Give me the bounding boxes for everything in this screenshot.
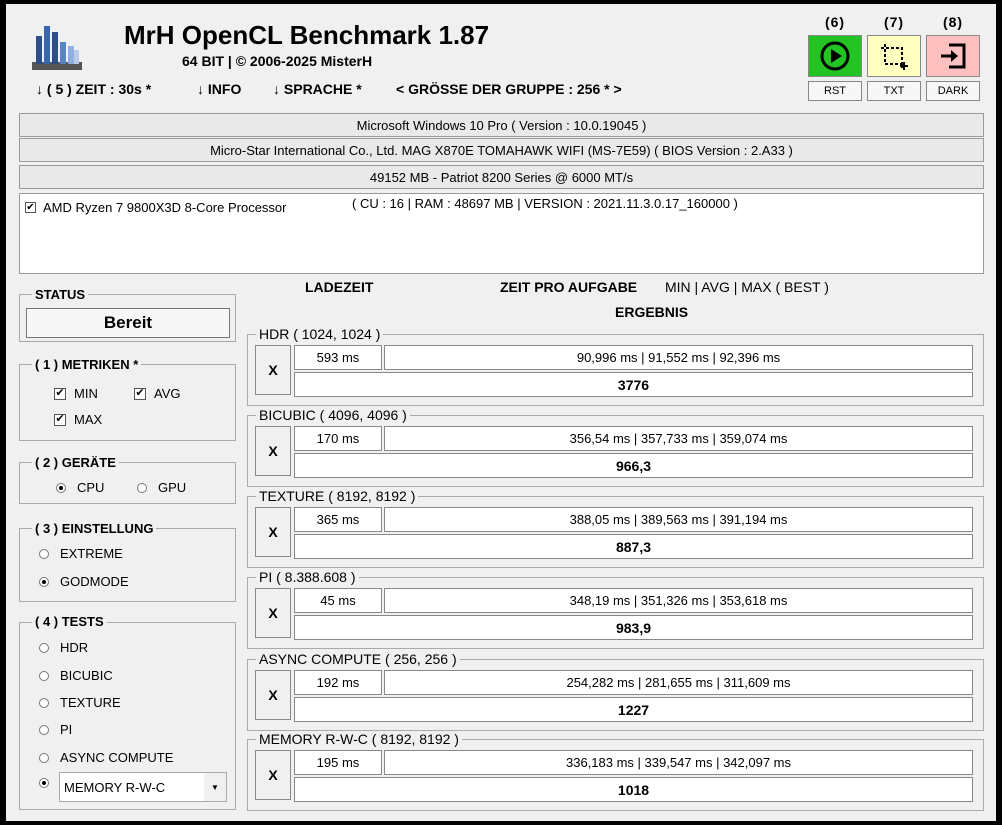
result-cell: 966,3 <box>294 453 973 478</box>
test-option-memory-rwc[interactable] <box>39 778 60 788</box>
test-name: ASYNC COMPUTE ( 256, 256 ) <box>256 651 460 667</box>
test-dropdown-value: MEMORY R-W-C <box>64 779 166 795</box>
txt-label[interactable]: TXT <box>867 81 921 101</box>
task-time-cell: 388,05 ms | 389,563 ms | 391,194 ms <box>384 507 973 532</box>
test-name: TEXTURE ( 8192, 8192 ) <box>256 488 419 504</box>
load-time-cell: 365 ms <box>294 507 382 532</box>
txt-button[interactable] <box>867 35 921 77</box>
task-time-cell: 254,282 ms | 281,655 ms | 311,609 ms <box>384 670 973 695</box>
min-checkbox[interactable]: ✔ <box>54 387 66 400</box>
load-time-cell: 192 ms <box>294 670 382 695</box>
board-info: Micro-Star International Co., Ltd. MAG X… <box>19 138 984 162</box>
os-info: Microsoft Windows 10 Pro ( Version : 10.… <box>19 113 984 137</box>
test-x-button[interactable]: X <box>255 345 291 395</box>
test-option-texture[interactable]: TEXTURE <box>39 695 121 710</box>
task-time-cell: 336,183 ms | 339,547 ms | 342,097 ms <box>384 750 973 775</box>
godmode-radio[interactable] <box>39 576 49 587</box>
time-per-task-header: ZEIT PRO AUFGABE <box>500 279 638 295</box>
result-header: ERGEBNIS <box>615 304 689 320</box>
tests-label: ( 4 ) TESTS <box>32 614 107 629</box>
enter-icon <box>941 43 966 69</box>
test-x-button[interactable]: X <box>255 507 291 557</box>
gpu-radio[interactable] <box>137 482 147 493</box>
benchmark-window: MrH OpenCL Benchmark 1.87 64 BIT | © 200… <box>6 4 996 821</box>
group-size-selector[interactable]: < GRÖSSE DER GRUPPE : 256 * > <box>396 81 622 97</box>
language-menu[interactable]: ↓ SPRACHE * <box>273 81 362 97</box>
memory-rwc-radio[interactable] <box>39 778 49 788</box>
device-name: AMD Ryzen 7 9800X3D 8-Core Processor <box>43 200 287 215</box>
device-list: ✔ AMD Ryzen 7 9800X3D 8-Core Processor (… <box>19 193 984 274</box>
test-option-bicubic[interactable]: BICUBIC <box>39 668 113 683</box>
test-x-button[interactable]: X <box>255 670 291 720</box>
test-name: MEMORY R-W-C ( 8192, 8192 ) <box>256 731 462 747</box>
test-name: PI ( 8.388.608 ) <box>256 569 359 585</box>
task-time-cell: 356,54 ms | 357,733 ms | 359,074 ms <box>384 426 973 451</box>
load-time-header: LADEZEIT <box>305 279 374 295</box>
test-x-button[interactable]: X <box>255 750 291 800</box>
chevron-down-icon[interactable]: ▼ <box>204 773 226 801</box>
metric-max[interactable]: ✔ MAX <box>54 412 102 427</box>
texture-radio[interactable] <box>39 697 49 708</box>
test-name: HDR ( 1024, 1024 ) <box>256 326 384 342</box>
test-name: BICUBIC ( 4096, 4096 ) <box>256 407 410 423</box>
metric-min[interactable]: ✔ MIN <box>54 386 98 401</box>
rst-label[interactable]: RST <box>808 81 862 101</box>
time-menu[interactable]: ↓ ( 5 ) ZEIT : 30s * <box>36 81 151 97</box>
setting-godmode-option[interactable]: GODMODE <box>39 574 129 589</box>
test-option-pi[interactable]: PI <box>39 722 72 737</box>
device-cpu-option[interactable]: CPU <box>56 480 104 495</box>
task-time-cell: 348,19 ms | 351,326 ms | 353,618 ms <box>384 588 973 613</box>
result-cell: 1018 <box>294 777 973 802</box>
settings-label: ( 3 ) EINSTELLUNG <box>32 521 157 536</box>
test-option-hdr[interactable]: HDR <box>39 640 88 655</box>
hdr-radio[interactable] <box>39 642 49 653</box>
devices-label: ( 2 ) GERÄTE <box>32 455 119 470</box>
app-title: MrH OpenCL Benchmark 1.87 <box>124 20 490 50</box>
crop-icon <box>881 44 908 70</box>
async-compute-radio[interactable] <box>39 752 49 763</box>
result-cell: 983,9 <box>294 615 973 640</box>
test-option-async-compute[interactable]: ASYNC COMPUTE <box>39 750 173 765</box>
app-subtitle: 64 BIT | © 2006-2025 MisterH <box>182 53 373 69</box>
metric-avg[interactable]: ✔ AVG <box>134 386 181 401</box>
test-dropdown[interactable]: MEMORY R-W-C ▼ <box>59 772 227 802</box>
status-label: STATUS <box>32 287 89 302</box>
metrics-group <box>19 364 236 441</box>
bicubic-radio[interactable] <box>39 670 49 681</box>
test-x-button[interactable]: X <box>255 588 291 638</box>
info-menu[interactable]: ↓ INFO <box>197 81 241 97</box>
load-time-cell: 45 ms <box>294 588 382 613</box>
load-time-cell: 195 ms <box>294 750 382 775</box>
extreme-radio[interactable] <box>39 548 49 559</box>
dark-number: (8) <box>942 14 964 30</box>
min-avg-max-header: MIN | AVG | MAX ( BEST ) <box>665 279 829 295</box>
pi-radio[interactable] <box>39 724 49 735</box>
test-x-button[interactable]: X <box>255 426 291 476</box>
load-time-cell: 170 ms <box>294 426 382 451</box>
dark-button[interactable] <box>926 35 980 77</box>
memory-info: 49152 MB - Patriot 8200 Series @ 6000 MT… <box>19 165 984 189</box>
rst-button[interactable] <box>808 35 862 77</box>
device-details: ( CU : 16 | RAM : 48697 MB | VERSION : 2… <box>352 196 738 211</box>
device-checkbox[interactable]: ✔ <box>25 202 36 213</box>
device-item[interactable]: ✔ AMD Ryzen 7 9800X3D 8-Core Processor <box>25 200 287 215</box>
txt-number: (7) <box>883 14 905 30</box>
dark-label[interactable]: DARK <box>926 81 980 101</box>
play-icon <box>820 41 850 71</box>
metrics-label: ( 1 ) METRIKEN * <box>32 357 142 372</box>
rst-number: (6) <box>824 14 846 30</box>
setting-extreme-option[interactable]: EXTREME <box>39 546 123 561</box>
result-cell: 3776 <box>294 372 973 397</box>
device-gpu-option[interactable]: GPU <box>137 480 186 495</box>
max-checkbox[interactable]: ✔ <box>54 413 66 426</box>
result-cell: 887,3 <box>294 534 973 559</box>
cpu-radio[interactable] <box>56 482 66 493</box>
task-time-cell: 90,996 ms | 91,552 ms | 92,396 ms <box>384 345 973 370</box>
load-time-cell: 593 ms <box>294 345 382 370</box>
app-logo-icon <box>32 26 82 70</box>
avg-checkbox[interactable]: ✔ <box>134 387 146 400</box>
result-cell: 1227 <box>294 697 973 722</box>
settings-group <box>19 528 236 602</box>
status-value: Bereit <box>26 308 230 338</box>
